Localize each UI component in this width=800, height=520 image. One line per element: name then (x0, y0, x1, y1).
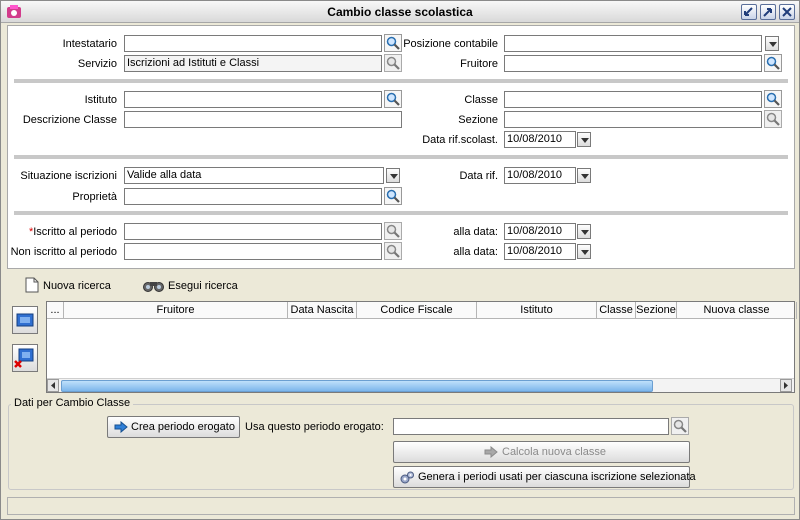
scroll-thumb[interactable] (61, 380, 653, 392)
intestatario-field[interactable] (124, 35, 382, 52)
classe-field[interactable] (504, 91, 762, 108)
column-header-nuova-classe[interactable]: Nuova classe (677, 302, 797, 319)
crea-periodo-erogato-label: Crea periodo erogato (131, 421, 235, 433)
usa-periodo-label: Usa questo periodo erogato: (245, 421, 384, 433)
servizio-field[interactable]: Iscrizioni ad Istituti e Classi (124, 55, 382, 72)
descrizione-classe-field[interactable] (124, 111, 402, 128)
classe-label: Classe (464, 94, 498, 106)
close-button[interactable] (779, 4, 795, 20)
classe-search-icon[interactable] (764, 90, 782, 108)
gears-icon (400, 471, 414, 484)
section-divider (14, 79, 788, 83)
alla-data-label: alla data: (453, 226, 498, 238)
data-rif-scolast-label: Data rif.scolast. (422, 134, 498, 146)
esegui-ricerca-button[interactable]: Esegui ricerca (142, 277, 242, 295)
select-all-button[interactable] (12, 306, 38, 334)
data-rif-scolast-field[interactable]: 10/08/2010 (504, 131, 576, 148)
alla-data-calendar-icon[interactable] (577, 224, 591, 239)
maximize-icon (763, 8, 772, 17)
iscritto-al-periodo-text: Iscritto al periodo (33, 226, 117, 238)
istituto-label: Istituto (84, 94, 117, 106)
iscritto-al-periodo-field[interactable] (124, 223, 382, 240)
alla-data-field[interactable]: 10/08/2010 (504, 223, 576, 240)
scroll-left-icon[interactable] (47, 379, 59, 392)
nuova-ricerca-label: Nuova ricerca (43, 280, 111, 292)
crea-periodo-erogato-button[interactable]: Crea periodo erogato (107, 416, 240, 438)
non-iscritto-al-periodo-field[interactable] (124, 243, 382, 260)
data-rif-scolast-calendar-icon[interactable] (577, 132, 591, 147)
data-rif-field[interactable]: 10/08/2010 (504, 167, 576, 184)
posizione-contabile-label: Posizione contabile (403, 38, 498, 50)
genera-periodi-label: Genera i periodi usati per ciascuna iscr… (418, 471, 696, 483)
arrow-right-icon (484, 446, 498, 458)
new-document-icon (25, 277, 39, 293)
posizione-contabile-dropdown-icon[interactable] (765, 36, 779, 51)
column-header-fruitore[interactable]: Fruitore (64, 302, 288, 319)
data-rif-label: Data rif. (459, 170, 498, 182)
data-rif-calendar-icon[interactable] (577, 168, 591, 183)
column-header-more[interactable]: ... (47, 302, 64, 319)
select-rows-icon (16, 313, 34, 327)
window-title: Cambio classe scolastica (327, 5, 473, 19)
usa-periodo-search-icon[interactable] (671, 417, 689, 435)
situazione-iscrizioni-select[interactable]: Valide alla data (124, 167, 384, 184)
deselect-rows-icon (14, 348, 34, 368)
section-divider (14, 155, 788, 159)
binoculars-icon (143, 282, 164, 292)
column-header-classe[interactable]: Classe (597, 302, 636, 319)
maximize-button[interactable] (760, 4, 776, 20)
proprieta-search-icon[interactable] (384, 187, 402, 205)
sezione-label: Sezione (458, 114, 498, 126)
alla-data-calendar-icon-2[interactable] (577, 244, 591, 259)
fruitore-search-icon[interactable] (764, 54, 782, 72)
column-header-sezione[interactable]: Sezione (636, 302, 677, 319)
posizione-contabile-select[interactable] (504, 35, 762, 52)
column-header-data-nascita[interactable]: Data Nascita (288, 302, 357, 319)
search-panel: Intestatario Posizione contabile Servizi… (7, 25, 795, 269)
istituto-field[interactable] (124, 91, 382, 108)
horizontal-scrollbar[interactable] (47, 378, 794, 392)
alla-data-label-2: alla data: (453, 246, 498, 258)
proprieta-label: Proprietà (72, 191, 117, 203)
usa-periodo-field[interactable] (393, 418, 669, 435)
results-table[interactable]: ... Fruitore Data Nascita Codice Fiscale… (46, 301, 797, 393)
title-bar: Cambio classe scolastica (1, 1, 799, 23)
minimize-button[interactable] (741, 4, 757, 20)
fruitore-label: Fruitore (460, 58, 498, 70)
table-header: ... Fruitore Data Nascita Codice Fiscale… (47, 302, 797, 319)
iscritto-al-periodo-label: *Iscritto al periodo (8, 226, 117, 238)
section-divider (14, 211, 788, 215)
non-iscritto-al-periodo-label: Non iscritto al periodo (10, 246, 117, 258)
sezione-search-icon[interactable] (764, 110, 782, 128)
close-icon (782, 7, 792, 17)
sezione-field[interactable] (504, 111, 762, 128)
column-header-codice-fiscale[interactable]: Codice Fiscale (357, 302, 477, 319)
column-header-istituto[interactable]: Istituto (477, 302, 597, 319)
alla-data-field-2[interactable]: 10/08/2010 (504, 243, 576, 260)
arrow-right-icon (114, 421, 128, 433)
cambio-classe-legend: Dati per Cambio Classe (11, 397, 134, 409)
intestatario-label: Intestatario (62, 38, 117, 50)
proprieta-field[interactable] (124, 188, 382, 205)
genera-periodi-button[interactable]: Genera i periodi usati per ciascuna iscr… (393, 466, 696, 488)
servizio-label: Servizio (77, 58, 117, 70)
scroll-right-icon[interactable] (780, 379, 792, 392)
deselect-all-button[interactable] (12, 344, 38, 372)
nuova-ricerca-button[interactable]: Nuova ricerca (25, 277, 115, 295)
status-bar (7, 497, 795, 515)
calcola-nuova-classe-label: Calcola nuova classe (502, 446, 606, 458)
esegui-ricerca-label: Esegui ricerca (168, 280, 238, 292)
main-window: Cambio classe scolastica Intestatario Po… (0, 0, 800, 520)
fruitore-field[interactable] (504, 55, 762, 72)
descrizione-classe-label: Descrizione Classe (22, 114, 117, 126)
situazione-iscrizioni-label: Situazione iscrizioni (20, 170, 117, 182)
calcola-nuova-classe-button[interactable]: Calcola nuova classe (393, 441, 690, 463)
minimize-icon (744, 7, 753, 16)
